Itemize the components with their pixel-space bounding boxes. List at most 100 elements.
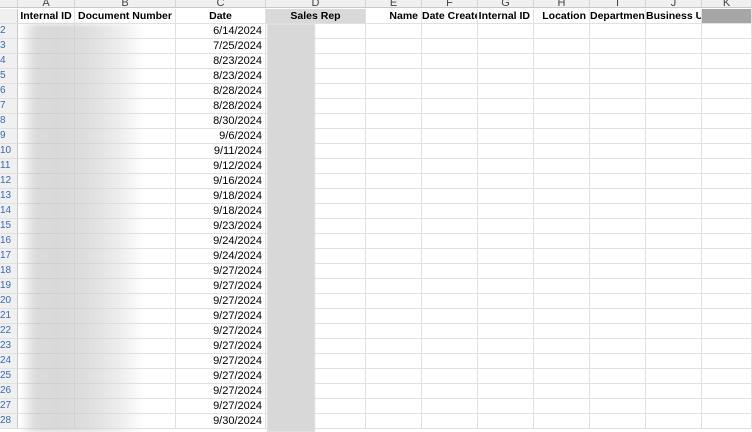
cell[interactable] <box>366 264 422 279</box>
cell[interactable] <box>590 144 646 159</box>
cell[interactable] <box>646 249 702 264</box>
date-cell[interactable]: 9/16/2024 <box>176 174 266 189</box>
cell[interactable] <box>702 24 752 39</box>
row-number-1[interactable] <box>0 9 18 24</box>
cell[interactable] <box>646 174 702 189</box>
cell[interactable] <box>534 324 590 339</box>
date-cell[interactable]: 9/27/2024 <box>176 309 266 324</box>
date-cell[interactable]: 7/25/2024 <box>176 39 266 54</box>
cell[interactable] <box>478 219 534 234</box>
cell[interactable] <box>478 264 534 279</box>
cell[interactable] <box>366 204 422 219</box>
cell[interactable] <box>646 204 702 219</box>
date-cell[interactable]: 9/6/2024 <box>176 129 266 144</box>
cell[interactable] <box>702 399 752 414</box>
cell[interactable] <box>422 309 478 324</box>
cell[interactable] <box>702 189 752 204</box>
date-cell[interactable]: 8/28/2024 <box>176 84 266 99</box>
cell[interactable] <box>534 24 590 39</box>
cell[interactable] <box>478 204 534 219</box>
cell[interactable] <box>478 249 534 264</box>
cell[interactable] <box>478 114 534 129</box>
cell[interactable] <box>366 114 422 129</box>
cell[interactable] <box>422 54 478 69</box>
cell[interactable] <box>478 84 534 99</box>
cell[interactable] <box>534 279 590 294</box>
column-header-i[interactable]: I <box>590 0 646 8</box>
cell[interactable] <box>422 279 478 294</box>
date-cell[interactable]: 9/27/2024 <box>176 324 266 339</box>
row-number[interactable]: 11 <box>0 159 18 174</box>
cell[interactable] <box>646 129 702 144</box>
date-cell[interactable]: 9/23/2024 <box>176 219 266 234</box>
cell[interactable] <box>590 234 646 249</box>
column-header-a[interactable]: A <box>18 0 75 8</box>
cell[interactable] <box>590 39 646 54</box>
cell[interactable] <box>534 129 590 144</box>
date-cell[interactable]: 8/23/2024 <box>176 54 266 69</box>
cell[interactable] <box>478 414 534 429</box>
cell[interactable] <box>534 249 590 264</box>
row-number[interactable]: 19 <box>0 279 18 294</box>
cell[interactable] <box>534 309 590 324</box>
cell[interactable] <box>422 324 478 339</box>
cell[interactable] <box>646 339 702 354</box>
cell[interactable] <box>534 39 590 54</box>
cell[interactable] <box>590 159 646 174</box>
cell[interactable] <box>422 84 478 99</box>
cell[interactable] <box>702 144 752 159</box>
cell[interactable] <box>422 369 478 384</box>
date-cell[interactable]: 9/27/2024 <box>176 384 266 399</box>
cell[interactable] <box>366 54 422 69</box>
cell[interactable] <box>646 69 702 84</box>
cell[interactable] <box>702 69 752 84</box>
cell[interactable] <box>534 219 590 234</box>
date-cell[interactable]: 9/18/2024 <box>176 204 266 219</box>
cell[interactable] <box>478 129 534 144</box>
cell[interactable] <box>646 84 702 99</box>
row-number[interactable]: 3 <box>0 39 18 54</box>
cell[interactable] <box>366 69 422 84</box>
cell[interactable] <box>422 414 478 429</box>
cell[interactable] <box>590 279 646 294</box>
cell[interactable] <box>478 234 534 249</box>
cell[interactable] <box>702 129 752 144</box>
cell[interactable] <box>590 24 646 39</box>
cell[interactable] <box>590 309 646 324</box>
row-number[interactable]: 2 <box>0 24 18 39</box>
cell[interactable] <box>478 354 534 369</box>
cell[interactable] <box>422 384 478 399</box>
row-number[interactable]: 22 <box>0 324 18 339</box>
cell[interactable] <box>646 294 702 309</box>
row-number[interactable]: 24 <box>0 354 18 369</box>
column-header-b[interactable]: B <box>75 0 176 8</box>
row-number[interactable]: 8 <box>0 114 18 129</box>
cell[interactable] <box>366 294 422 309</box>
cell[interactable] <box>646 369 702 384</box>
cell[interactable] <box>366 99 422 114</box>
cell[interactable] <box>534 69 590 84</box>
cell[interactable] <box>646 54 702 69</box>
cell[interactable] <box>702 354 752 369</box>
date-cell[interactable]: 9/24/2024 <box>176 234 266 249</box>
cell[interactable] <box>422 399 478 414</box>
cell[interactable] <box>646 24 702 39</box>
cell[interactable] <box>422 219 478 234</box>
cell[interactable] <box>366 384 422 399</box>
cell[interactable] <box>590 54 646 69</box>
cell[interactable] <box>422 114 478 129</box>
cell[interactable] <box>702 249 752 264</box>
row-number[interactable]: 25 <box>0 369 18 384</box>
cell[interactable] <box>534 399 590 414</box>
row-number[interactable]: 10 <box>0 144 18 159</box>
cell[interactable] <box>702 369 752 384</box>
row-number[interactable]: 14 <box>0 204 18 219</box>
cell[interactable] <box>702 114 752 129</box>
cell[interactable] <box>366 309 422 324</box>
cell[interactable] <box>366 279 422 294</box>
cell[interactable] <box>702 384 752 399</box>
cell[interactable] <box>702 234 752 249</box>
row-number[interactable]: 4 <box>0 54 18 69</box>
cell[interactable] <box>478 369 534 384</box>
cell[interactable] <box>478 144 534 159</box>
